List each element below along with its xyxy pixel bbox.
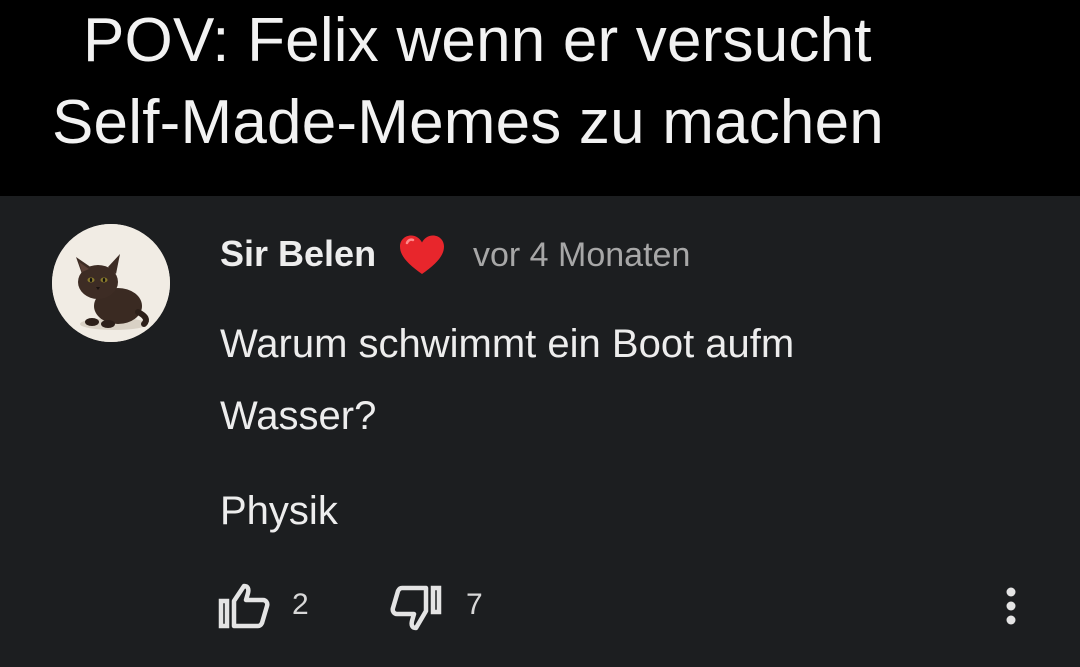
comment-text-line-1: Warum schwimmt ein Boot aufm (220, 322, 795, 366)
comment-card: Sir Belen vor 4 Monaten Warum schwimmt e… (0, 196, 1080, 667)
caption-line-1: POV: Felix wenn er versucht (83, 6, 872, 75)
caption-line-2: Self-Made-Memes zu machen (52, 88, 884, 157)
comment-timestamp: vor 4 Monaten (473, 236, 691, 274)
comment-author[interactable]: Sir Belen (220, 234, 376, 274)
dislike-count: 7 (466, 588, 483, 621)
avatar[interactable] (52, 224, 170, 342)
comment-text-line-3: Physik (220, 489, 338, 533)
heart-emoji-icon (398, 234, 446, 276)
thumbs-up-icon (218, 583, 270, 629)
like-count: 2 (292, 588, 309, 621)
dislike-button[interactable] (390, 583, 442, 631)
thumbs-down-icon (390, 585, 442, 631)
comment-text-line-2: Wasser? (220, 394, 377, 438)
meme-caption: POV: Felix wenn er versucht Self-Made-Me… (0, 0, 1080, 196)
kitten-avatar-icon (52, 224, 170, 342)
like-button[interactable] (218, 583, 270, 629)
more-options-button[interactable] (996, 586, 1026, 628)
more-vert-icon (1006, 587, 1016, 625)
